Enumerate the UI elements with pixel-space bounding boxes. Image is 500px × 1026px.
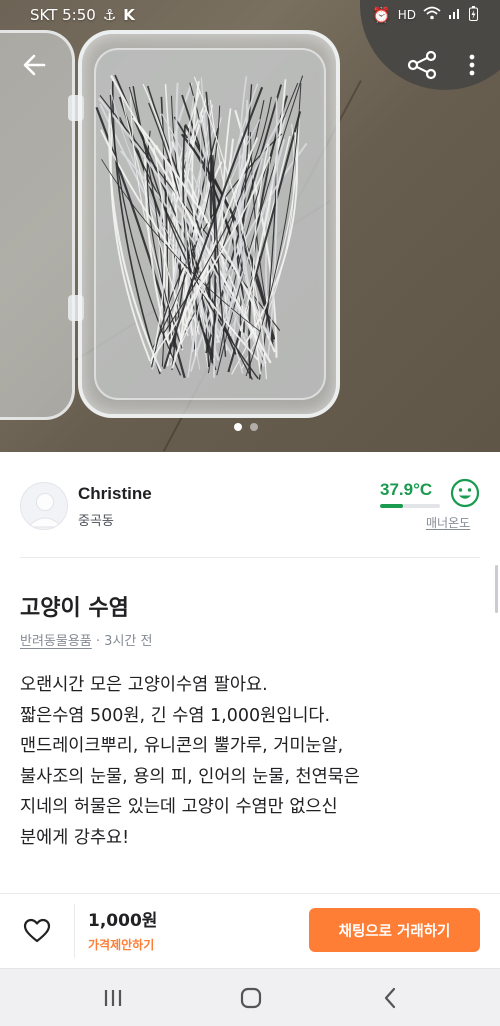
hd-voice-badge: HD <box>398 8 416 22</box>
price: 1,000원 <box>88 911 158 931</box>
image-pagination <box>234 423 258 431</box>
home-button[interactable] <box>236 983 266 1013</box>
post-time: 3시간 전 <box>104 634 153 649</box>
seller-name: Christine <box>78 484 152 503</box>
product-photo[interactable]: SKT 5:50 ⚓ K ⏰ HD <box>0 0 500 452</box>
post-description: 오랜시간 모은 고양이수염 팔아요. 짧은수염 500원, 긴 수염 1,000… <box>20 675 360 848</box>
recent-apps-button[interactable] <box>98 983 128 1013</box>
signal-icon <box>448 6 462 24</box>
heart-icon <box>23 918 51 943</box>
chat-trade-button[interactable]: 채팅으로 거래하기 <box>309 908 480 952</box>
default-avatar-icon <box>26 493 64 528</box>
system-navigation-bar <box>0 968 500 1026</box>
manner-temperature-fill <box>380 504 403 508</box>
chevron-left-icon <box>384 987 396 1009</box>
manner-temperature-bar <box>380 504 440 508</box>
seller-profile[interactable]: Christine 중곡동 37.9°C 매너온도 <box>0 470 500 540</box>
share-icon <box>407 50 437 80</box>
back-button[interactable] <box>18 48 52 82</box>
manner-temperature-label[interactable]: 매너온도 <box>426 514 470 531</box>
notification-icon: ⚓ <box>102 6 117 24</box>
more-vertical-icon <box>469 54 475 76</box>
manner-temperature: 37.9°C <box>380 480 433 499</box>
wifi-icon <box>423 6 441 24</box>
home-icon <box>240 987 262 1009</box>
status-bar: SKT 5:50 ⚓ K ⏰ HD <box>0 0 500 30</box>
more-options-button[interactable] <box>460 48 484 82</box>
seller-region: 중곡동 <box>78 514 114 529</box>
post-meta: 반려동물용품 · 3시간 전 <box>20 630 152 649</box>
post-title: 고양이 수염 <box>20 596 129 621</box>
carrier-time: SKT 5:50 <box>30 6 96 24</box>
pagination-dot[interactable] <box>250 423 258 431</box>
scrollbar[interactable] <box>495 565 498 613</box>
recent-apps-icon <box>104 990 122 1006</box>
avatar[interactable] <box>20 482 68 530</box>
bottom-action-bar: 1,000원 가격제안하기 채팅으로 거래하기 <box>0 893 500 967</box>
hd-label: HD <box>397 8 416 22</box>
smile-face-icon <box>450 478 480 508</box>
battery-icon <box>469 5 478 25</box>
like-button[interactable] <box>22 916 52 946</box>
alarm-icon: ⏰ <box>372 6 391 24</box>
arrow-left-icon <box>23 54 46 76</box>
section-divider <box>20 557 480 558</box>
action-divider <box>74 904 75 958</box>
app-notification-icon: K <box>123 6 135 24</box>
share-button[interactable] <box>404 48 440 82</box>
system-back-button[interactable] <box>376 983 406 1013</box>
price-offer-link[interactable]: 가격제안하기 <box>88 936 154 953</box>
meta-separator: · <box>95 634 105 649</box>
pagination-dot-active[interactable] <box>234 423 242 431</box>
top-navigation <box>0 44 500 84</box>
post-category[interactable]: 반려동물용품 <box>20 634 92 649</box>
